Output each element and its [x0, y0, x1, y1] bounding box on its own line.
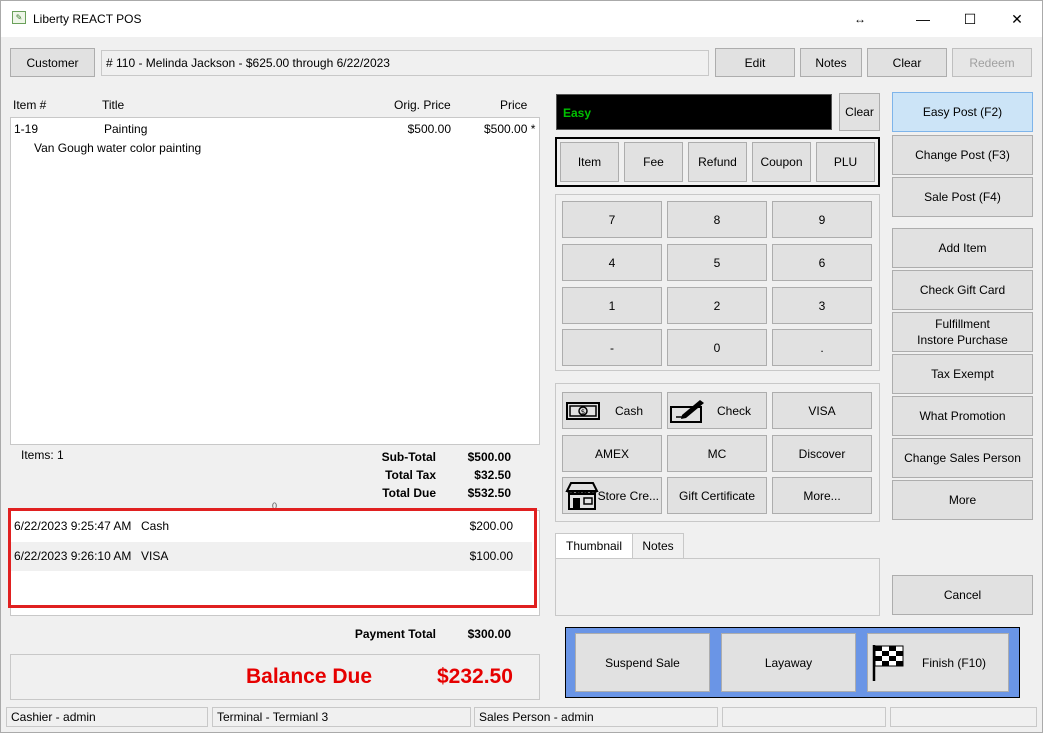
cash-tender-button[interactable]: $ Cash: [562, 392, 662, 429]
more-tenders-button[interactable]: More...: [772, 477, 872, 514]
key-3[interactable]: 3: [772, 287, 872, 324]
key-minus[interactable]: -: [562, 329, 662, 366]
suspend-sale-button[interactable]: Suspend Sale: [575, 633, 710, 692]
key-decimal[interactable]: .: [772, 329, 872, 366]
total-tax-value: $32.50: [474, 468, 511, 482]
key-2[interactable]: 2: [667, 287, 767, 324]
customer-notes-button[interactable]: Notes: [800, 48, 862, 77]
key-5[interactable]: 5: [667, 244, 767, 281]
close-button[interactable]: ✕: [994, 1, 1040, 37]
more-button[interactable]: More: [892, 480, 1033, 520]
finish-button[interactable]: Finish (F10): [867, 633, 1009, 692]
coupon-type-button[interactable]: Coupon: [752, 142, 811, 182]
key-1[interactable]: 1: [562, 287, 662, 324]
entry-clear-button[interactable]: Clear: [839, 93, 880, 131]
key-0[interactable]: 0: [667, 329, 767, 366]
add-item-button[interactable]: Add Item: [892, 228, 1033, 268]
check-tender-button[interactable]: Check: [667, 392, 767, 429]
items-count: Items: 1: [21, 448, 64, 462]
column-header-orig-price[interactable]: Orig. Price: [394, 98, 451, 112]
balance-due-label: Balance Due: [246, 665, 373, 688]
entry-display-text: Easy: [563, 106, 592, 120]
key-6[interactable]: 6: [772, 244, 872, 281]
tab-content-panel: [555, 558, 880, 616]
fulfillment-label-line1: Fulfillment: [935, 317, 990, 331]
item-title: Painting: [104, 122, 148, 136]
entry-display[interactable]: Easy: [556, 94, 832, 130]
payment-total-value: $300.00: [467, 627, 511, 641]
layaway-button[interactable]: Layaway: [721, 633, 856, 692]
app-logo-icon: ✎: [12, 11, 26, 24]
key-9[interactable]: 9: [772, 201, 872, 238]
gift-certificate-tender-button[interactable]: Gift Certificate: [667, 477, 767, 514]
svg-text:$: $: [581, 408, 585, 416]
subtotal-label: Sub-Total: [381, 450, 436, 464]
title-bar: ✎ Liberty REACT POS ↔ — ☐ ✕: [1, 1, 1042, 37]
key-4[interactable]: 4: [562, 244, 662, 281]
total-tax-label: Total Tax: [385, 468, 436, 482]
refund-type-button[interactable]: Refund: [688, 142, 747, 182]
cash-icon: $: [566, 402, 600, 420]
easy-post-button[interactable]: Easy Post (F2): [892, 92, 1033, 132]
highlight-box: [8, 508, 537, 608]
checkered-flag-icon: [872, 645, 904, 681]
column-header-item-no[interactable]: Item #: [13, 98, 46, 112]
status-empty-2: [890, 707, 1037, 727]
item-price: $500.00 *: [484, 122, 536, 136]
store-credit-tender-button[interactable]: Store Cre...: [562, 477, 662, 514]
storefront-icon: [565, 482, 599, 510]
item-description: Van Gough water color painting: [34, 141, 202, 155]
column-header-title[interactable]: Title: [102, 98, 124, 112]
finish-label: Finish (F10): [921, 655, 986, 670]
item-number: 1-19: [14, 122, 39, 136]
tax-exempt-button[interactable]: Tax Exempt: [892, 354, 1033, 394]
store-credit-tender-label: Store Cre...: [597, 488, 659, 503]
item-orig-price: $500.00: [407, 122, 451, 136]
fulfillment-label-line2: Instore Purchase: [917, 333, 1008, 347]
tab-notes[interactable]: Notes: [632, 533, 684, 559]
amex-tender-button[interactable]: AMEX: [562, 435, 662, 472]
total-due-label: Total Due: [382, 486, 436, 500]
check-tender-label: Check: [716, 403, 751, 418]
minimize-button[interactable]: —: [900, 1, 946, 37]
plu-type-button[interactable]: PLU: [816, 142, 875, 182]
status-terminal: Terminal - Termianl 3: [212, 707, 471, 727]
maximize-button[interactable]: ☐: [947, 1, 993, 37]
customer-button[interactable]: Customer: [10, 48, 95, 77]
check-gift-card-button[interactable]: Check Gift Card: [892, 270, 1033, 310]
customer-info-field: # 110 - Melinda Jackson - $625.00 throug…: [101, 50, 709, 76]
status-cashier: Cashier - admin: [6, 707, 208, 727]
fulfillment-instore-button[interactable]: Fulfillment Instore Purchase: [892, 312, 1033, 352]
fee-type-button[interactable]: Fee: [624, 142, 683, 182]
key-7[interactable]: 7: [562, 201, 662, 238]
redeem-button[interactable]: Redeem: [952, 48, 1032, 77]
visa-tender-button[interactable]: VISA: [772, 392, 872, 429]
cancel-button[interactable]: Cancel: [892, 575, 1033, 615]
change-sales-person-button[interactable]: Change Sales Person: [892, 438, 1033, 478]
items-list[interactable]: [10, 117, 540, 445]
status-empty-1: [722, 707, 886, 727]
column-header-price[interactable]: Price: [500, 98, 527, 112]
what-promotion-button[interactable]: What Promotion: [892, 396, 1033, 436]
status-sales-person: Sales Person - admin: [474, 707, 718, 727]
pos-window: ✎ Liberty REACT POS ↔ — ☐ ✕ Customer # 1…: [0, 0, 1043, 733]
change-post-button[interactable]: Change Post (F3): [892, 135, 1033, 175]
key-8[interactable]: 8: [667, 201, 767, 238]
tab-thumbnail[interactable]: Thumbnail: [555, 533, 633, 559]
item-type-button[interactable]: Item: [560, 142, 619, 182]
cash-tender-label: Cash: [614, 403, 643, 418]
subtotal-value: $500.00: [467, 450, 511, 464]
sale-post-button[interactable]: Sale Post (F4): [892, 177, 1033, 217]
discover-tender-button[interactable]: Discover: [772, 435, 872, 472]
total-due-value: $532.50: [467, 486, 511, 500]
mc-tender-button[interactable]: MC: [667, 435, 767, 472]
window-title: Liberty REACT POS: [33, 12, 142, 26]
balance-due-value: $232.50: [437, 665, 513, 688]
clear-customer-button[interactable]: Clear: [867, 48, 947, 77]
resize-arrows-icon: ↔: [854, 12, 866, 26]
check-icon: [670, 400, 704, 423]
payment-total-label: Payment Total: [354, 627, 436, 641]
edit-customer-button[interactable]: Edit: [715, 48, 795, 77]
